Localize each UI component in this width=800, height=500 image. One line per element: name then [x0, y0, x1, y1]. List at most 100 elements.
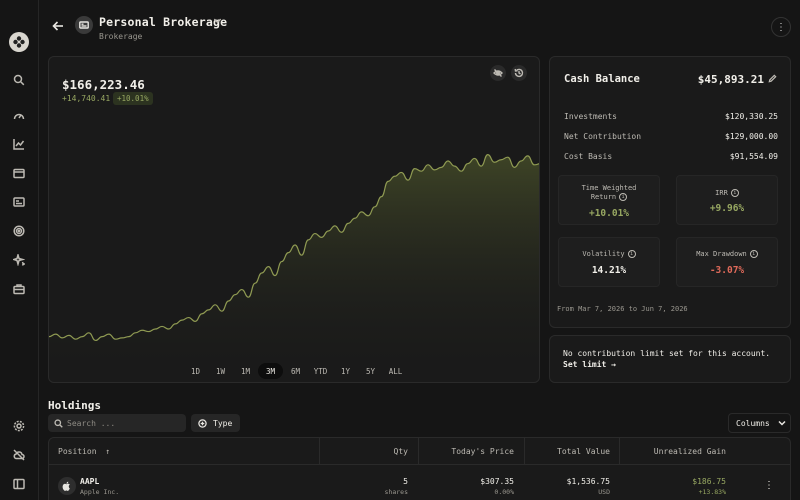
- gauge-icon[interactable]: [12, 109, 26, 123]
- sidebar-toggle-icon[interactable]: [12, 477, 26, 491]
- date-range-caption: From Mar 7, 2026 to Jun 7, 2026: [557, 305, 688, 313]
- performance-chart-card: $166,223.46 +14,740.41 +10.01% 1D 1W 1M 3M 6…: [48, 56, 540, 383]
- column-divider: [524, 438, 525, 464]
- sparkle-icon[interactable]: [12, 253, 26, 267]
- total-value: $166,223.46: [62, 77, 145, 92]
- range-6m-button[interactable]: 6M: [283, 363, 308, 379]
- cash-balance-label: Cash Balance: [564, 73, 640, 85]
- cloud-off-icon[interactable]: [12, 448, 26, 462]
- hide-values-button[interactable]: [490, 65, 506, 81]
- eye-off-icon: [493, 69, 503, 77]
- range-3m-button[interactable]: 3M: [258, 363, 283, 379]
- more-options-button[interactable]: ⋮: [771, 17, 791, 37]
- metric-label: Max Drawdown i: [677, 250, 777, 259]
- contribution-limit-card: No contribution limit set for this accou…: [549, 335, 791, 383]
- stat-label: Investments: [564, 112, 617, 121]
- header-gain[interactable]: Unrealized Gain: [654, 447, 726, 456]
- account-summary-card: Cash Balance $45,893.21 Investments $120…: [549, 56, 791, 328]
- settings-icon[interactable]: [12, 419, 26, 433]
- wallet-icon[interactable]: [12, 166, 26, 180]
- search-input[interactable]: [67, 418, 177, 428]
- card-icon[interactable]: [12, 195, 26, 209]
- sidebar: [0, 0, 39, 500]
- arrow-up-icon: ↑: [105, 447, 111, 456]
- type-filter-button[interactable]: Type: [191, 414, 240, 432]
- currency: USD: [598, 488, 610, 496]
- search-icon: [54, 418, 63, 428]
- account-subtitle: Brokerage: [99, 32, 143, 41]
- row-menu-button[interactable]: ⋮: [764, 480, 774, 491]
- metric-value: 14.21%: [591, 265, 627, 276]
- contribution-limit-text: No contribution limit set for this accou…: [563, 349, 771, 358]
- back-button[interactable]: [52, 20, 66, 34]
- column-divider: [319, 438, 320, 464]
- quantity: 5: [403, 477, 408, 486]
- holdings-search[interactable]: [48, 414, 186, 432]
- columns-label: Columns: [736, 418, 770, 428]
- briefcase-icon[interactable]: [12, 282, 26, 296]
- column-divider: [418, 438, 419, 464]
- stat-value: $129,000.00: [725, 132, 778, 141]
- metric-label: Volatility i: [559, 250, 659, 259]
- search-icon[interactable]: [12, 73, 26, 87]
- holdings-table: Position ↑ Qty Today's Price Total Value…: [48, 437, 791, 500]
- stat-value: $120,330.25: [725, 112, 778, 121]
- metric-volatility: Volatility i 14.21%: [558, 237, 660, 287]
- stat-label: Net Contribution: [564, 132, 642, 141]
- table-row[interactable]: AAPL Apple Inc. 5 shares $307.35 0.00% $…: [49, 466, 790, 500]
- type-filter-label: Type: [213, 418, 233, 428]
- header-position[interactable]: Position ↑: [58, 447, 110, 456]
- history-button[interactable]: [511, 65, 527, 81]
- edit-pencil-icon[interactable]: [768, 74, 778, 84]
- range-ytd-button[interactable]: YTD: [308, 363, 333, 379]
- header-qty[interactable]: Qty: [394, 447, 408, 456]
- total-value: $1,536.75: [566, 477, 610, 486]
- range-5y-button[interactable]: 5Y: [358, 363, 383, 379]
- column-divider: [619, 438, 620, 464]
- time-range-selector: 1D 1W 1M 3M 6M YTD 1Y 5Y ALL: [183, 363, 408, 379]
- chart-area-fill: [49, 154, 539, 382]
- apple-logo-icon: [58, 477, 76, 495]
- account-type-icon: [75, 16, 93, 34]
- metric-value: -3.07%: [709, 265, 745, 276]
- gain-amount: +14,740.41: [62, 94, 111, 103]
- holdings-title: Holdings: [48, 399, 101, 412]
- info-icon[interactable]: i: [749, 250, 758, 258]
- cash-balance-value: $45,893.21: [697, 73, 764, 86]
- symbol: AAPL: [80, 477, 100, 486]
- info-icon[interactable]: i: [627, 250, 636, 258]
- set-limit-link[interactable]: Set limit →: [563, 360, 616, 369]
- metric-value: +10.01%: [588, 208, 630, 219]
- chart-icon[interactable]: [12, 137, 26, 151]
- range-1m-button[interactable]: 1M: [233, 363, 258, 379]
- performance-chart: [49, 154, 539, 382]
- app-logo[interactable]: [9, 32, 29, 52]
- gain-percent-badge: +10.01%: [113, 92, 153, 105]
- quantity-unit: shares: [384, 488, 408, 496]
- plus-circle-icon: [198, 418, 207, 428]
- metric-value: +9.96%: [709, 203, 745, 214]
- metric-max-drawdown: Max Drawdown i -3.07%: [676, 237, 778, 287]
- info-icon[interactable]: i: [730, 189, 739, 197]
- columns-button[interactable]: Columns: [728, 413, 791, 433]
- info-icon[interactable]: i: [619, 193, 628, 201]
- price-change: 0.00%: [494, 488, 514, 496]
- vertical-dots-icon: ⋮: [776, 21, 786, 33]
- stat-row-investments: Investments $120,330.25: [564, 112, 778, 121]
- stat-value: $91,554.09: [729, 152, 778, 161]
- range-1d-button[interactable]: 1D: [183, 363, 208, 379]
- chevron-down-icon: [778, 420, 786, 426]
- account-title[interactable]: Personal Brokerage: [99, 15, 227, 29]
- metric-irr: IRR i +9.96%: [676, 175, 778, 225]
- table-header: Position ↑ Qty Today's Price Total Value…: [49, 438, 790, 465]
- metric-time-weighted-return: Time Weighted Return i +10.01%: [558, 175, 660, 225]
- target-icon[interactable]: [12, 224, 26, 238]
- stat-row-net-contribution: Net Contribution $129,000.00: [564, 132, 778, 141]
- chevron-down-icon[interactable]: [213, 16, 223, 26]
- range-1y-button[interactable]: 1Y: [333, 363, 358, 379]
- stat-label: Cost Basis: [564, 152, 613, 161]
- header-total[interactable]: Total Value: [557, 447, 610, 456]
- range-1w-button[interactable]: 1W: [208, 363, 233, 379]
- header-price[interactable]: Today's Price: [451, 447, 514, 456]
- range-all-button[interactable]: ALL: [383, 363, 408, 379]
